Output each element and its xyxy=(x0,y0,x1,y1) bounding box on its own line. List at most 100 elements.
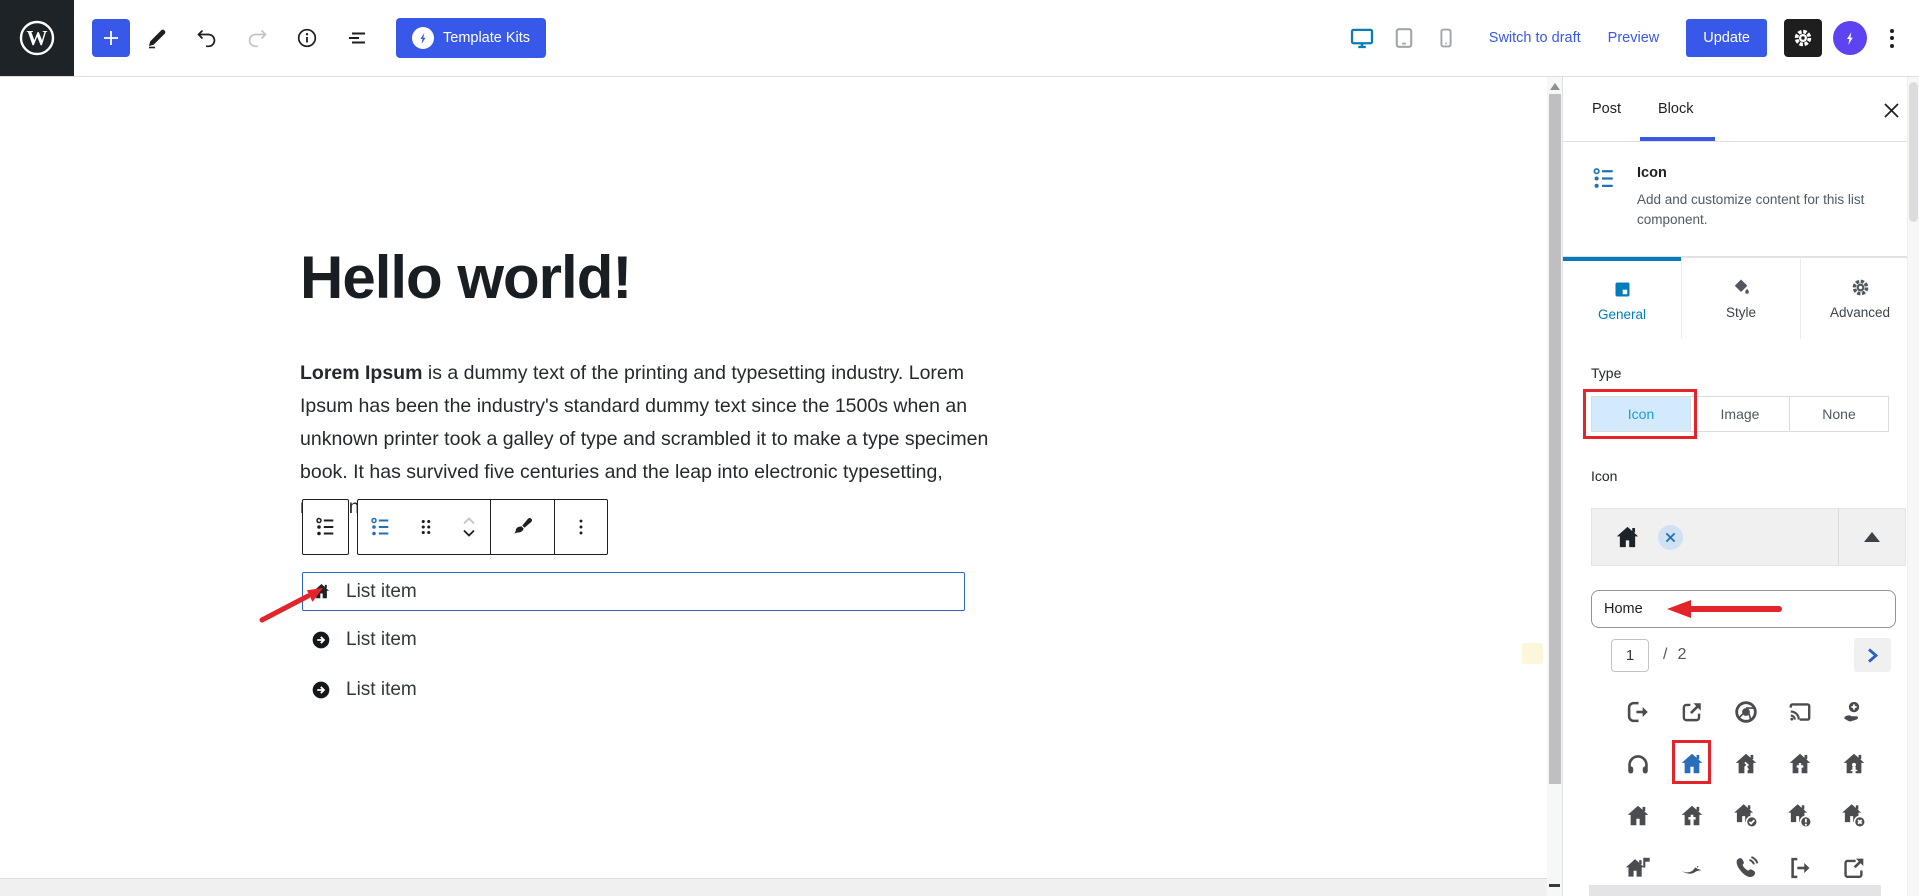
donate-icon[interactable] xyxy=(1827,686,1881,738)
gear-icon xyxy=(1792,27,1814,49)
highlight-artifact xyxy=(1522,643,1543,664)
house-chimney-icon[interactable] xyxy=(1611,790,1665,842)
sidebar-scrollbar[interactable] xyxy=(1907,77,1919,896)
list-item[interactable]: List item xyxy=(302,673,417,707)
close-sidebar-button[interactable] xyxy=(1879,98,1903,122)
house-circle-exclamation-icon[interactable] xyxy=(1773,790,1827,842)
options-menu-button[interactable] xyxy=(1873,19,1911,57)
block-options-button[interactable] xyxy=(555,500,607,554)
list-view-icon xyxy=(345,26,369,50)
list-block-icon xyxy=(314,515,338,539)
icon-grid-row xyxy=(1591,738,1896,790)
add-block-button[interactable] xyxy=(92,19,130,57)
desktop-preview-button[interactable] xyxy=(1341,17,1383,59)
editor-scrollbar[interactable] xyxy=(1547,77,1562,896)
block-type-button[interactable] xyxy=(358,500,404,554)
quick-edit-button[interactable] xyxy=(491,500,554,554)
tab-post[interactable]: Post xyxy=(1592,101,1621,117)
tab-advanced[interactable]: Advanced xyxy=(1800,257,1919,339)
house-circle-xmark-icon[interactable] xyxy=(1827,790,1881,842)
undo-button[interactable] xyxy=(184,15,230,61)
sign-out-alt-icon[interactable] xyxy=(1611,686,1665,738)
redo-button[interactable] xyxy=(234,15,280,61)
scrollbar-bottom-mark xyxy=(1549,884,1560,887)
sidebar-bottom-strip xyxy=(1589,885,1881,896)
chrome-icon[interactable] xyxy=(1719,686,1773,738)
house-plus-icon[interactable] xyxy=(1665,790,1719,842)
kebab-icon xyxy=(570,516,592,538)
template-kits-label: Template Kits xyxy=(443,30,530,46)
list-item-selected[interactable]: List item xyxy=(302,572,965,611)
house-medical-icon[interactable] xyxy=(1773,738,1827,790)
icon-list-block-icon xyxy=(369,515,393,539)
mobile-preview-button[interactable] xyxy=(1425,17,1467,59)
select-parent-list-button[interactable] xyxy=(302,499,349,555)
template-kits-bolt-icon xyxy=(412,27,434,49)
circle-arrow-right-icon xyxy=(311,680,331,700)
icon-picker-panel: / 2 xyxy=(1591,590,1895,894)
triangle-up-icon xyxy=(1864,532,1880,542)
type-section-label: Type xyxy=(1591,365,1895,381)
total-pages: 2 xyxy=(1677,646,1686,664)
template-kits-button[interactable]: Template Kits xyxy=(396,18,546,58)
icon-section-label: Icon xyxy=(1591,468,1895,484)
move-down-icon xyxy=(459,527,479,540)
type-option-none[interactable]: None xyxy=(1790,396,1889,432)
preview-link[interactable]: Preview xyxy=(1608,30,1660,46)
collapse-picker-button[interactable] xyxy=(1838,509,1905,565)
type-option-image[interactable]: Image xyxy=(1691,396,1790,432)
settings-button[interactable] xyxy=(1784,19,1822,57)
block-movers[interactable] xyxy=(448,500,490,554)
paragraph-line: Ipsum has been the industry's standard d… xyxy=(300,390,990,423)
tab-block[interactable]: Block xyxy=(1658,101,1693,117)
block-description: Add and customize content for this list … xyxy=(1637,190,1887,230)
block-toolbar xyxy=(302,499,608,555)
scrollbar-thumb[interactable] xyxy=(1549,94,1561,784)
desktop-icon xyxy=(1349,25,1375,51)
post-paragraph[interactable]: Lorem Ipsum is a dummy text of the print… xyxy=(300,357,990,489)
drag-handle[interactable] xyxy=(404,500,448,554)
paragraph-line: Lorem Ipsum is a dummy text of the print… xyxy=(300,357,990,390)
tab-general[interactable]: General xyxy=(1563,257,1681,339)
sidebar-tabs: Post Block xyxy=(1563,77,1919,142)
close-icon xyxy=(1883,102,1900,119)
house-user-icon[interactable] xyxy=(1827,738,1881,790)
list-item-label: List item xyxy=(346,581,417,603)
bolt-icon xyxy=(1843,31,1858,46)
templately-button[interactable] xyxy=(1833,21,1867,55)
tools-button[interactable] xyxy=(134,15,180,61)
tab-style[interactable]: Style xyxy=(1681,257,1800,339)
icon-grid-row xyxy=(1591,790,1896,842)
remove-icon-button[interactable] xyxy=(1658,525,1683,550)
icon-preview-bar[interactable] xyxy=(1591,508,1906,566)
tablet-icon xyxy=(1392,26,1416,50)
list-item[interactable]: List item xyxy=(302,623,417,657)
house-circle-check-icon[interactable] xyxy=(1719,790,1773,842)
sidebar-scrollbar-thumb[interactable] xyxy=(1909,82,1918,222)
gear-icon xyxy=(1850,277,1871,298)
update-button[interactable]: Update xyxy=(1686,19,1767,57)
page-number-input[interactable] xyxy=(1611,639,1649,672)
post-title[interactable]: Hello world! xyxy=(300,243,631,312)
details-button[interactable] xyxy=(284,15,330,61)
house-damage-icon[interactable] xyxy=(1719,738,1773,790)
redo-icon xyxy=(245,26,269,50)
tab-label: General xyxy=(1598,307,1646,322)
icon-grid-row xyxy=(1591,686,1896,738)
tablet-preview-button[interactable] xyxy=(1383,17,1425,59)
scroll-up-arrow-icon[interactable] xyxy=(1550,83,1560,90)
headphones-icon[interactable] xyxy=(1611,738,1665,790)
switch-to-draft-link[interactable]: Switch to draft xyxy=(1489,30,1581,46)
next-page-button[interactable] xyxy=(1854,638,1891,672)
external-link-icon[interactable] xyxy=(1665,686,1719,738)
info-icon xyxy=(295,26,319,50)
home-icon[interactable] xyxy=(1665,738,1719,790)
chromecast-icon[interactable] xyxy=(1773,686,1827,738)
list-item-label: List item xyxy=(346,629,417,651)
wordpress-logo[interactable]: W xyxy=(0,0,74,76)
type-option-icon[interactable]: Icon xyxy=(1591,396,1691,432)
list-view-button[interactable] xyxy=(334,15,380,61)
tab-label: Advanced xyxy=(1830,305,1890,320)
icon-search-input[interactable] xyxy=(1591,590,1896,628)
x-icon xyxy=(1665,532,1676,543)
